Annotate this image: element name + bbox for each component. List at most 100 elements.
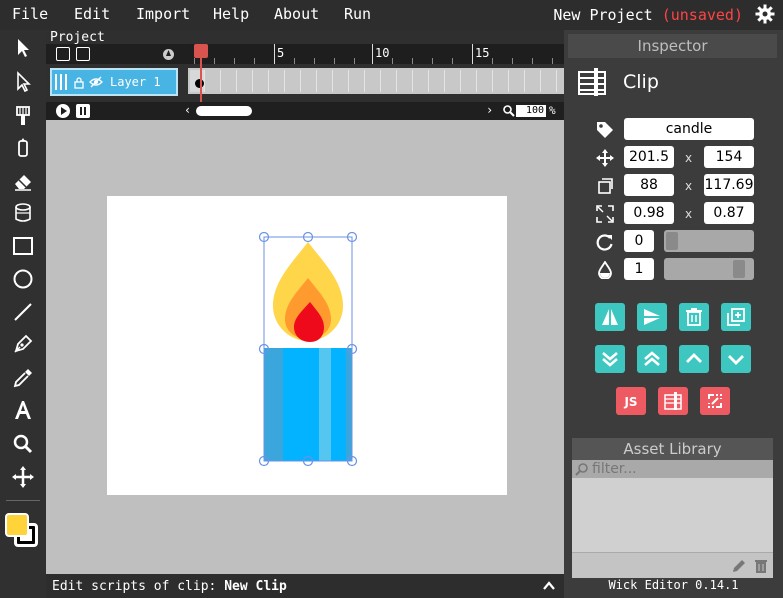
frame-cell[interactable] [462,70,477,92]
expand-chevron-up-icon[interactable] [542,579,556,593]
frame-cell[interactable] [510,70,525,92]
scale-y-input[interactable]: 0.87 [704,202,754,224]
break-apart-button[interactable] [700,387,730,415]
edit-scripts-button[interactable]: JS [616,387,646,415]
opacity-slider-knob[interactable] [732,260,745,278]
path-select-tool[interactable] [8,68,38,96]
lock-icon[interactable] [74,76,84,89]
frame-cell[interactable] [238,70,253,92]
frame-cell[interactable] [286,70,301,92]
rotation-input[interactable]: 0 [624,230,654,252]
layer-name[interactable]: Layer 1 [110,75,161,89]
menu-about[interactable]: About [274,5,319,23]
frame-cell[interactable] [382,70,397,92]
pause-button[interactable] [76,104,90,118]
line-tool[interactable] [8,298,38,326]
delete-button[interactable] [679,303,709,331]
add-layer-icon[interactable] [56,47,70,61]
delete-layer-icon[interactable] [76,47,90,61]
js-icon: JS [623,395,637,409]
frame-cell[interactable] [446,70,461,92]
frame-cell[interactable] [254,70,269,92]
flip-horizontal-button[interactable] [595,303,625,331]
trash-icon[interactable] [753,558,769,574]
move-backward-button[interactable] [721,345,751,373]
ruler-tick [274,44,275,64]
pencil-tool[interactable] [8,134,38,162]
asset-filter-input[interactable]: filter... [572,460,773,478]
clip-name-input[interactable]: candle [624,118,754,140]
menu-run[interactable]: Run [344,5,371,23]
frame-cell[interactable] [302,70,317,92]
bring-to-front-button[interactable] [637,345,667,373]
position-separator: x [685,151,693,165]
timeline-zoom-input[interactable]: 100 [516,105,546,117]
visibility-hidden-icon[interactable] [89,76,103,88]
frame-cell[interactable] [206,70,221,92]
layer-grip-icon[interactable] [54,73,68,91]
rotation-slider-knob[interactable] [666,232,678,250]
menu-file[interactable]: File [12,5,48,23]
menu-edit[interactable]: Edit [74,5,110,23]
scroll-left-chevron-icon[interactable]: ‹ [184,103,191,117]
frame-cell[interactable] [222,70,237,92]
fill-color-swatch[interactable] [5,513,29,537]
frame-ruler[interactable]: 5 10 15 [190,44,564,64]
frame-cell[interactable] [366,70,381,92]
frame-cell[interactable] [414,70,429,92]
frame-cell[interactable] [478,70,493,92]
width-input[interactable]: 88 [624,174,674,196]
zoom-tool[interactable] [8,430,38,458]
text-tool[interactable] [8,396,38,424]
ellipse-tool[interactable] [8,265,38,293]
frame-cell-active[interactable] [190,70,205,92]
position-y-input[interactable]: 154 [704,146,754,168]
duplicate-button[interactable] [721,303,751,331]
send-to-back-button[interactable] [595,345,625,373]
menu-import[interactable]: Import [136,5,190,23]
frame-cell[interactable] [318,70,333,92]
frame-cell[interactable] [334,70,349,92]
menu-help[interactable]: Help [213,5,249,23]
chevron-up-icon [686,353,702,363]
frame-cell[interactable] [542,70,557,92]
settings-gear-icon[interactable] [755,4,775,24]
scripts-bar[interactable]: Edit scripts of clip: New Clip [46,574,564,598]
rotation-slider[interactable] [664,230,754,252]
brush-tool[interactable] [8,102,38,130]
eraser-tool[interactable] [8,167,38,195]
frame-cell[interactable] [270,70,285,92]
opacity-slider[interactable] [664,258,754,280]
frames-track[interactable] [188,68,573,94]
frame-cell[interactable] [350,70,365,92]
rectangle-tool[interactable] [8,232,38,260]
edit-timeline-button[interactable] [658,387,688,415]
pan-tool[interactable] [8,463,38,491]
select-tool[interactable] [8,34,38,62]
move-forward-button[interactable] [679,345,709,373]
play-button[interactable] [56,104,70,118]
candle-clip[interactable] [107,196,507,495]
timeline-horizontal-scrollbar[interactable] [196,106,252,116]
stage[interactable] [107,196,507,495]
scroll-right-chevron-icon[interactable]: › [486,103,493,117]
frame-cell[interactable] [526,70,541,92]
frame-cell[interactable] [398,70,413,92]
layer-row[interactable]: Layer 1 [50,68,178,96]
canvas-area[interactable] [46,120,564,574]
height-input[interactable]: 117.69 [704,174,754,196]
pencil-edit-icon[interactable] [731,558,747,574]
frame-cell[interactable] [430,70,445,92]
frame-cell[interactable] [494,70,509,92]
eyedropper-tool[interactable] [8,364,38,392]
position-x-input[interactable]: 201.5 [624,146,674,168]
flip-vertical-icon [644,309,660,325]
pen-tool[interactable] [8,330,38,358]
fill-bucket-tool[interactable] [8,199,38,227]
playhead-handle[interactable] [194,44,208,58]
opacity-input[interactable]: 1 [624,258,654,280]
scale-x-input[interactable]: 0.98 [624,202,674,224]
toolbar-divider [6,500,40,501]
flip-vertical-button[interactable] [637,303,667,331]
onion-skin-icon[interactable] [162,48,175,61]
